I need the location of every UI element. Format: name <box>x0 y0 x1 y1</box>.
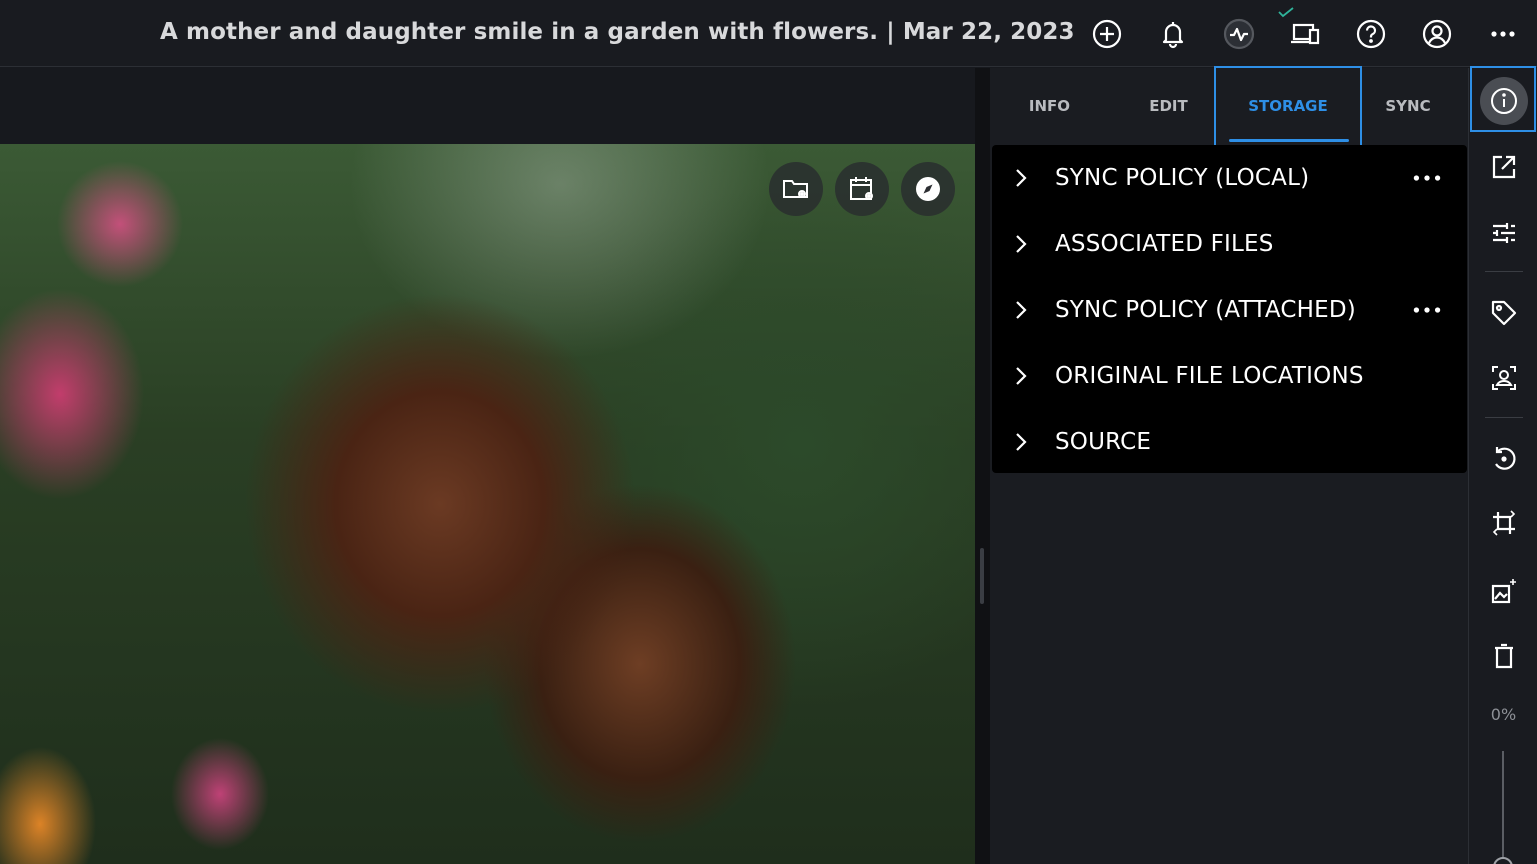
compass-icon[interactable] <box>901 162 955 216</box>
ai-enhance-icon[interactable] <box>1481 568 1527 614</box>
section-label: SYNC POLICY (LOCAL) <box>1055 165 1310 191</box>
section-label: SOURCE <box>1055 429 1152 455</box>
right-toolbar: 0% <box>1468 66 1537 864</box>
toolbar-divider <box>1485 417 1523 418</box>
chevron-right-icon <box>1016 169 1027 187</box>
open-external-icon[interactable] <box>1481 144 1527 190</box>
section-label: SYNC POLICY (ATTACHED) <box>1055 297 1356 323</box>
section-original-file-locations[interactable]: ORIGINAL FILE LOCATIONS <box>992 343 1467 409</box>
help-icon[interactable] <box>1351 14 1391 54</box>
more-options-icon[interactable] <box>1410 299 1444 321</box>
image-viewer <box>0 68 975 864</box>
adjustments-icon[interactable] <box>1481 210 1527 256</box>
zoom-slider-track[interactable] <box>1502 751 1504 864</box>
chevron-right-icon <box>1016 367 1027 385</box>
chevron-right-icon <box>1016 433 1027 451</box>
chevron-right-icon <box>1016 301 1027 319</box>
calendar-view-icon[interactable] <box>835 162 889 216</box>
panel-tabs: INFO EDIT STORAGE SYNC <box>990 66 1468 152</box>
storage-sections: SYNC POLICY (LOCAL) ASSOCIATED FILES SYN… <box>992 145 1467 473</box>
top-bar: A mother and daughter smile in a garden … <box>0 0 1537 67</box>
add-circle-icon[interactable] <box>1087 14 1127 54</box>
devices-icon[interactable] <box>1285 14 1325 54</box>
tag-icon[interactable] <box>1481 290 1527 336</box>
folder-view-icon[interactable] <box>769 162 823 216</box>
zoom-slider-handle[interactable] <box>1493 857 1513 864</box>
photo[interactable] <box>0 144 975 864</box>
page-title: A mother and daughter smile in a garden … <box>160 19 1075 45</box>
section-label: ORIGINAL FILE LOCATIONS <box>1055 363 1364 389</box>
zoom-level: 0% <box>1490 705 1517 724</box>
crop-icon[interactable] <box>1481 500 1527 546</box>
activity-icon[interactable] <box>1219 14 1259 54</box>
resize-handle[interactable] <box>980 548 984 604</box>
face-recognition-icon[interactable] <box>1481 355 1527 401</box>
tab-info[interactable]: INFO <box>990 68 1109 144</box>
more-horizontal-icon[interactable] <box>1483 14 1523 54</box>
tab-edit[interactable]: EDIT <box>1109 68 1228 144</box>
chevron-right-icon <box>1016 235 1027 253</box>
rotate-icon[interactable] <box>1481 435 1527 481</box>
tab-focus-outline <box>1214 66 1362 152</box>
section-associated-files[interactable]: ASSOCIATED FILES <box>992 211 1467 277</box>
trash-icon[interactable] <box>1481 633 1527 679</box>
info-icon[interactable] <box>1480 77 1528 125</box>
account-icon[interactable] <box>1417 14 1457 54</box>
details-panel: INFO EDIT STORAGE SYNC SYNC POLICY (LOCA… <box>990 66 1468 864</box>
section-source[interactable]: SOURCE <box>992 409 1467 475</box>
bell-icon[interactable] <box>1153 14 1193 54</box>
tab-sync[interactable]: SYNC <box>1348 68 1468 144</box>
section-sync-policy-attached[interactable]: SYNC POLICY (ATTACHED) <box>992 277 1467 343</box>
toolbar-divider <box>1485 271 1523 272</box>
panel-separator <box>975 68 990 864</box>
more-options-icon[interactable] <box>1410 167 1444 189</box>
section-sync-policy-local[interactable]: SYNC POLICY (LOCAL) <box>992 145 1467 211</box>
section-label: ASSOCIATED FILES <box>1055 231 1274 257</box>
